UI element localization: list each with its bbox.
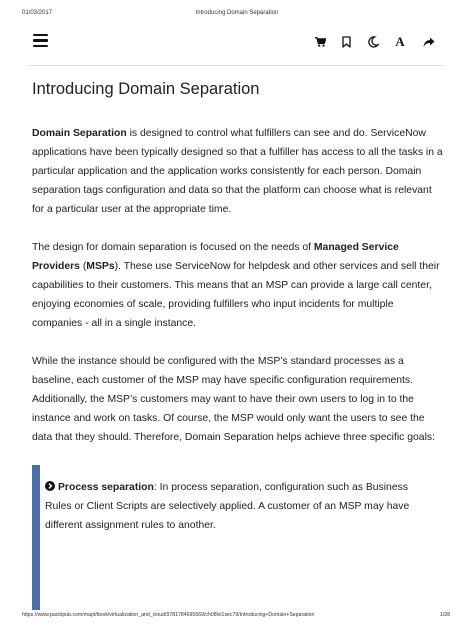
bookmark-icon[interactable] xyxy=(339,35,353,49)
toolbar: A xyxy=(0,28,474,56)
font-icon[interactable]: A xyxy=(393,35,407,49)
print-header: 01/03/2017 Introducing Domain Separation xyxy=(0,10,474,20)
share-icon[interactable] xyxy=(422,35,436,49)
callout-accent-bar xyxy=(32,465,40,610)
paragraph-intro-text: is designed to control what fulfillers c… xyxy=(32,128,443,215)
cart-icon[interactable] xyxy=(313,35,327,49)
print-url: https://www.packtpub.com/mapt/book/virtu… xyxy=(22,612,315,618)
term-msps: MSPs xyxy=(86,261,115,272)
paragraph-msp-pre: The design for domain separation is focu… xyxy=(32,242,314,253)
callout-process-separation: Process separation: In process separatio… xyxy=(45,478,423,535)
toolbar-divider xyxy=(28,65,445,66)
page-title: Introducing Domain Separation xyxy=(32,80,260,98)
term-process-separation: Process separation xyxy=(58,482,154,493)
print-page-number: 1/28 xyxy=(439,612,450,618)
term-domain-separation: Domain Separation xyxy=(32,128,127,139)
paragraph-goals: While the instance should be configured … xyxy=(32,356,435,443)
print-title: Introducing Domain Separation xyxy=(195,10,279,16)
paragraph-intro: Domain Separation is designed to control… xyxy=(32,124,444,219)
chevron-circle-right-icon xyxy=(45,479,55,491)
moon-icon[interactable] xyxy=(366,35,380,49)
paragraph-msp: The design for domain separation is focu… xyxy=(32,238,444,333)
print-footer: https://www.packtpub.com/mapt/book/virtu… xyxy=(0,612,474,622)
hamburger-menu-icon[interactable] xyxy=(33,34,48,48)
